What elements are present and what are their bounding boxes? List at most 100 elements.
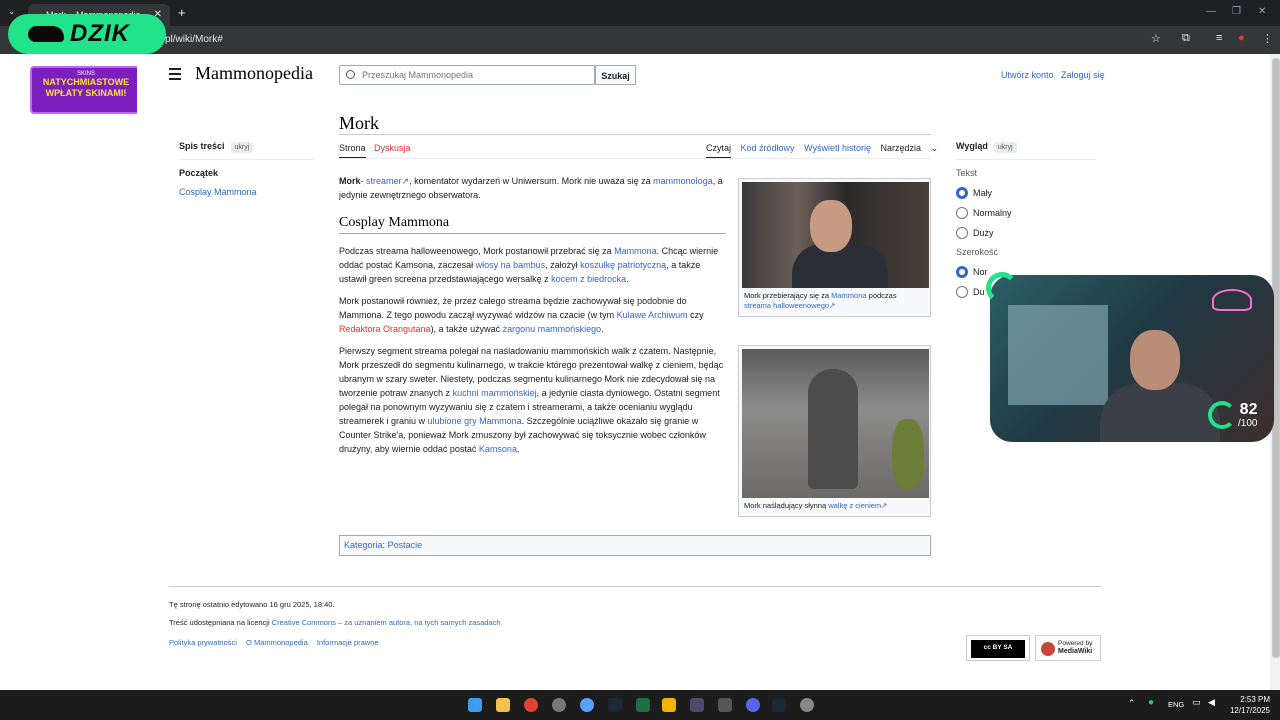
cc-license-badge[interactable]: cc BY SA	[966, 635, 1030, 661]
text-size-normal[interactable]: Normalny	[956, 207, 1096, 219]
footer-divider	[169, 586, 1101, 587]
privacy-link[interactable]: Polityka prywatności	[169, 638, 237, 647]
login-link[interactable]: Zaloguj się	[1061, 70, 1105, 80]
caption-2: Mork naśladujący słynną walkę z cieniem↗	[742, 498, 927, 513]
tab-search-icon[interactable]: ⌄	[8, 6, 16, 17]
promo-line-1: NATYCHMIASTOWE	[42, 77, 130, 87]
radio-label: Nor	[973, 267, 988, 277]
clock-time: 2:53 PM	[1240, 695, 1270, 704]
category-label[interactable]: Kategoria	[344, 540, 383, 550]
radio-label: Duży	[973, 228, 994, 238]
link-koszulka[interactable]: koszulkę patriotyczną	[580, 260, 666, 270]
appearance-header: Wygląd ukryj	[956, 141, 1096, 153]
maximize-icon[interactable]: ❐	[1232, 6, 1241, 17]
category-separator: :	[382, 540, 386, 550]
settings-icon[interactable]	[800, 698, 814, 712]
toc-hide-button[interactable]: ukryj	[230, 142, 254, 153]
browser-app-icon[interactable]	[580, 698, 594, 712]
chrome-icon[interactable]	[524, 698, 538, 712]
minimize-icon[interactable]: —	[1206, 6, 1216, 17]
obs-icon[interactable]	[690, 698, 704, 712]
steam-icon-2[interactable]	[772, 698, 786, 712]
link-zargon[interactable]: żargonu mammońskiego	[503, 324, 602, 334]
score-value: 82	[1239, 401, 1258, 418]
dzik-logo: DZIK	[8, 14, 166, 54]
cc-badge-label: cc BY SA	[971, 640, 1025, 658]
about-link[interactable]: O Mammonopedia	[246, 638, 308, 647]
article-body: Mork- streamer↗, komentator wydarzeń w U…	[339, 174, 726, 464]
tab-tools[interactable]: Narzędzia ⌄	[881, 143, 946, 153]
promo-line-2: WPŁATY SKINAMI!	[45, 88, 127, 98]
link-gry[interactable]: ulubione gry Mammona	[428, 416, 522, 426]
toc-item-cosplay[interactable]: Cosplay Mammona	[179, 187, 314, 197]
main-menu-icon[interactable]	[169, 68, 181, 83]
promo-banner: SKINS NATYCHMIASTOWE WPŁATY SKINAMI!	[30, 66, 142, 114]
search-button[interactable]: Szukaj	[595, 65, 636, 85]
external-link-icon: ↗	[881, 501, 888, 510]
link-kamson[interactable]: Kamsona	[479, 444, 517, 454]
text: Podczas streama halloweenowego, Mork pos…	[339, 246, 615, 256]
create-account-link[interactable]: Utwórz konto	[1001, 70, 1054, 80]
article-image-2[interactable]	[742, 349, 929, 498]
image-frame-1: Mork przebierający się za Mammona podcza…	[738, 178, 931, 317]
bookmark-star-icon[interactable]: ☆	[1151, 32, 1161, 45]
link-mammon[interactable]: Mammona	[614, 246, 657, 256]
paragraph-1: Podczas streama halloweenowego, Mork pos…	[339, 244, 726, 286]
caption-link-mammon[interactable]: Mammona	[831, 291, 866, 300]
clock-app-icon[interactable]	[552, 698, 566, 712]
article-image-1[interactable]	[742, 182, 929, 288]
volume-icon[interactable]: ◀	[1208, 697, 1215, 708]
clock[interactable]: 2:53 PM 12/17/2025	[1230, 694, 1270, 716]
search-input[interactable]: Przeszukaj Mammonopedia	[339, 65, 595, 85]
cam-person-shirt	[1100, 383, 1220, 442]
link-kuchnia[interactable]: kuchni mammońskiej	[453, 388, 537, 398]
link-mammonolog[interactable]: mammonologa	[653, 176, 713, 186]
app-icon-2[interactable]	[718, 698, 732, 712]
media-icon[interactable]: ≡	[1216, 32, 1222, 44]
file-explorer-icon[interactable]	[496, 698, 510, 712]
paragraph-3: Pierwszy segment streama polegał na naśl…	[339, 344, 726, 456]
text: .	[626, 274, 629, 284]
appearance-hide-button[interactable]: ukryj	[993, 142, 1017, 153]
link-redaktor[interactable]: Redaktora Orangutana	[339, 324, 431, 334]
license-link[interactable]: Creative Commons – za uznaniem autora, n…	[272, 618, 501, 627]
url-field[interactable]: pl/wiki/Mork#	[165, 34, 223, 45]
category-box: Kategoria: Postacie	[339, 535, 931, 556]
link-streamer[interactable]: streamer	[366, 176, 402, 186]
tab-history[interactable]: Wyświetl historię	[804, 143, 871, 153]
start-icon[interactable]	[468, 698, 482, 712]
menu-icon[interactable]: ⋮	[1262, 32, 1273, 45]
text-size-large[interactable]: Duży	[956, 227, 1096, 239]
link-koc[interactable]: kocem z biedrocka	[551, 274, 626, 284]
tab-read[interactable]: Czytaj	[706, 143, 732, 159]
legal-link[interactable]: Informacje prawne	[317, 638, 379, 647]
mic-icon[interactable]: ●	[1148, 697, 1154, 708]
tabs-divider	[339, 158, 931, 159]
link-kulawe-archiwum[interactable]: Kulawe Archiwum	[617, 310, 688, 320]
app-icon[interactable]	[662, 698, 676, 712]
window-close-icon[interactable]: ✕	[1258, 6, 1266, 17]
tab-source[interactable]: Kod źródłowy	[741, 143, 795, 153]
mediawiki-badge[interactable]: Powered by MediaWiki	[1035, 635, 1101, 661]
text: Mork przebierający się za	[744, 291, 832, 300]
toc-item-start[interactable]: Początek	[179, 168, 314, 178]
caption-link-stream[interactable]: streama halloweenowego	[744, 301, 829, 310]
category-postacie[interactable]: Postacie	[388, 540, 423, 550]
extensions-icon[interactable]: ⧉	[1182, 32, 1190, 45]
caption-link-walka[interactable]: walkę z cieniem	[828, 501, 881, 510]
profile-icon[interactable]: ●	[1238, 32, 1245, 44]
network-icon[interactable]: ▭	[1192, 697, 1201, 708]
steam-icon[interactable]	[608, 698, 622, 712]
tab-talk[interactable]: Dyskusja	[374, 143, 411, 153]
link-wlosy[interactable]: włosy na bambus	[476, 260, 546, 270]
tray-chevron-icon[interactable]: ⌃	[1128, 698, 1136, 709]
text: czy	[687, 310, 704, 320]
radio-icon	[956, 227, 968, 239]
discord-icon[interactable]	[746, 698, 760, 712]
text-size-small[interactable]: Mały	[956, 187, 1096, 199]
language-indicator[interactable]: ENG	[1168, 700, 1184, 709]
excel-icon[interactable]	[636, 698, 650, 712]
new-tab-button[interactable]: +	[178, 5, 186, 20]
tab-page[interactable]: Strona	[339, 143, 366, 159]
site-logo[interactable]: Mammonopedia	[195, 63, 313, 84]
